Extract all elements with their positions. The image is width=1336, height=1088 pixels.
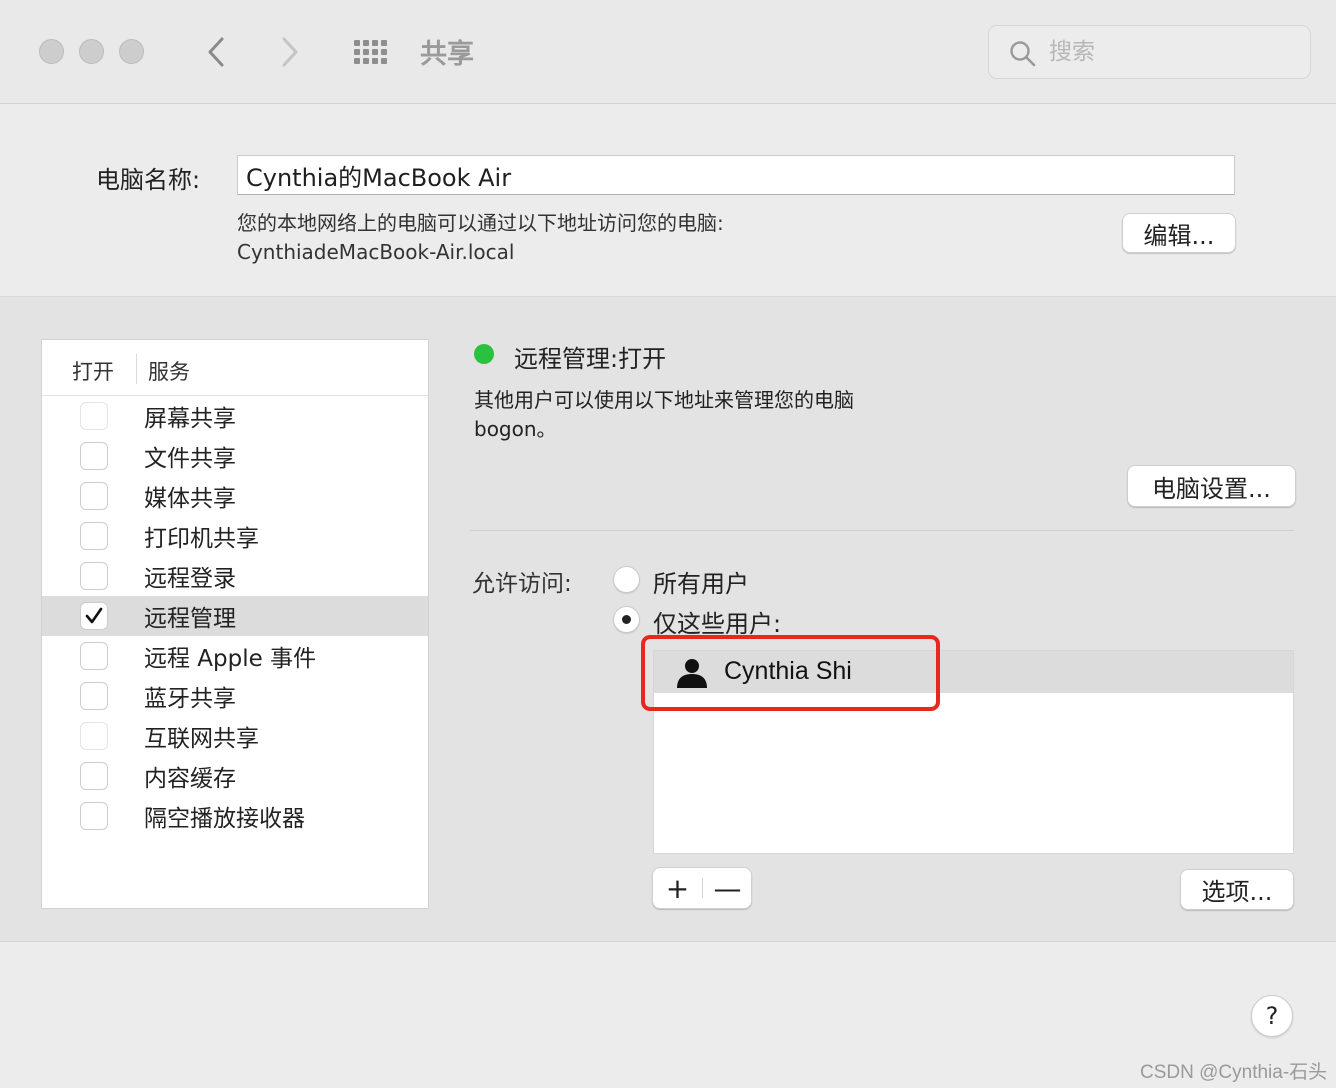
search-input[interactable] (1049, 36, 1289, 68)
close-window-button[interactable] (39, 39, 64, 64)
computer-name-field[interactable] (237, 155, 1235, 195)
service-row-file-sharing[interactable]: 文件共享 (42, 436, 428, 476)
watermark-text: CSDN @Cynthia-石头 (1140, 1062, 1328, 1083)
service-checkbox[interactable] (80, 442, 108, 470)
service-checkbox[interactable] (80, 722, 108, 750)
service-checkbox[interactable] (80, 482, 108, 510)
service-checkbox-checked[interactable] (80, 602, 108, 630)
service-checkbox[interactable] (80, 562, 108, 590)
service-label: 媒体共享 (144, 486, 236, 512)
service-label: 远程管理 (144, 606, 236, 632)
service-label: 打印机共享 (144, 526, 259, 552)
service-label: 隔空播放接收器 (144, 806, 305, 832)
radio-only-these-users-label[interactable]: 仅这些用户: (653, 604, 781, 639)
checkmark-icon (85, 607, 103, 624)
search-icon (1010, 41, 1036, 67)
options-button[interactable]: 选项... (1180, 869, 1294, 910)
local-hostname: CynthiadeMacBook-Air.local (237, 240, 515, 264)
service-row-screen-sharing[interactable]: 屏幕共享 (42, 396, 428, 436)
local-address-hint-text: 您的本地网络上的电脑可以通过以下地址访问您的电脑: (237, 211, 724, 235)
services-table-header: 打开 服务 (42, 340, 428, 396)
service-label: 蓝牙共享 (144, 686, 236, 712)
window-title: 共享 (420, 39, 474, 70)
add-user-button[interactable]: + (653, 868, 702, 908)
column-header-open[interactable]: 打开 (72, 356, 114, 386)
column-divider (136, 354, 137, 384)
edit-hostname-button[interactable]: 编辑... (1122, 213, 1236, 253)
service-row-remote-login[interactable]: 远程登录 (42, 556, 428, 596)
help-button[interactable]: ? (1251, 995, 1293, 1037)
service-row-bluetooth-sharing[interactable]: 蓝牙共享 (42, 676, 428, 716)
service-label: 内容缓存 (144, 766, 236, 792)
remove-user-button[interactable]: — (703, 868, 752, 908)
title-bar: 共享 (0, 0, 1336, 104)
service-row-remote-management[interactable]: 远程管理 (42, 596, 428, 636)
service-row-remote-apple-events[interactable]: 远程 Apple 事件 (42, 636, 428, 676)
radio-all-users[interactable] (613, 566, 640, 593)
back-button[interactable] (196, 30, 236, 74)
status-indicator-dot (474, 344, 494, 364)
service-checkbox[interactable] (80, 642, 108, 670)
column-header-service[interactable]: 服务 (148, 356, 190, 386)
service-row-content-caching[interactable]: 内容缓存 (42, 756, 428, 796)
computer-settings-button[interactable]: 电脑设置... (1127, 465, 1296, 507)
service-row-printer-sharing[interactable]: 打印机共享 (42, 516, 428, 556)
service-checkbox[interactable] (80, 402, 108, 430)
service-row-internet-sharing[interactable]: 互联网共享 (42, 716, 428, 756)
allow-access-label: 允许访问: (472, 571, 572, 597)
service-checkbox[interactable] (80, 522, 108, 550)
radio-all-users-label[interactable]: 所有用户 (653, 564, 749, 599)
service-label: 文件共享 (144, 446, 236, 472)
service-checkbox[interactable] (80, 762, 108, 790)
computer-name-label: 电脑名称: (96, 166, 201, 194)
service-checkbox[interactable] (80, 682, 108, 710)
forward-button[interactable] (270, 30, 310, 74)
service-description: 其他用户可以使用以下地址来管理您的电脑 bogon。 (474, 386, 854, 444)
service-label: 屏幕共享 (144, 406, 236, 432)
show-all-grid-icon[interactable] (354, 40, 390, 64)
service-label: 互联网共享 (144, 726, 259, 752)
service-address: bogon。 (474, 417, 557, 441)
computer-name-section (0, 105, 1336, 296)
highlight-annotation-box (641, 635, 940, 711)
chevron-left-icon (208, 37, 224, 67)
add-remove-user-buttons: + — (652, 867, 752, 909)
service-label: 远程 Apple 事件 (144, 646, 317, 672)
minimize-window-button[interactable] (79, 39, 104, 64)
radio-only-these-users[interactable] (613, 606, 640, 633)
service-row-airplay-receiver[interactable]: 隔空播放接收器 (42, 796, 428, 836)
service-description-text: 其他用户可以使用以下地址来管理您的电脑 (474, 388, 854, 412)
zoom-window-button[interactable] (119, 39, 144, 64)
section-divider (470, 530, 1294, 531)
local-address-hint: 您的本地网络上的电脑可以通过以下地址访问您的电脑: CynthiadeMacBo… (237, 209, 724, 267)
service-label: 远程登录 (144, 566, 236, 592)
chevron-right-icon (282, 37, 298, 67)
service-row-media-sharing[interactable]: 媒体共享 (42, 476, 428, 516)
services-table: 打开 服务 屏幕共享 文件共享 媒体共享 打印机共享 远程登录 远程管理 远程 … (41, 339, 429, 909)
search-field[interactable] (988, 25, 1311, 79)
service-checkbox[interactable] (80, 802, 108, 830)
service-status-text: 远程管理:打开 (514, 345, 667, 373)
